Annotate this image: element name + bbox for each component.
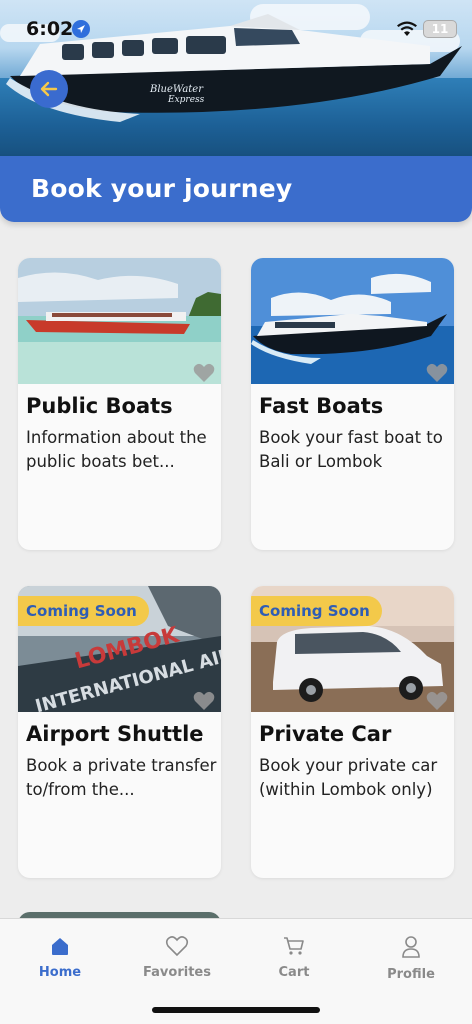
home-icon (52, 938, 68, 955)
coming-soon-badge: Coming Soon (18, 596, 149, 626)
favorite-heart-icon[interactable] (192, 690, 216, 712)
card-title: Private Car (259, 722, 392, 746)
nav-cart[interactable]: Cart (235, 935, 353, 980)
nav-label: Profile (387, 967, 435, 982)
home-indicator[interactable] (152, 1007, 320, 1013)
card-private-car[interactable]: Coming Soon Private Car Book your privat… (251, 586, 454, 878)
nav-favorites[interactable]: Favorites (118, 935, 236, 980)
heart-icon (165, 936, 189, 957)
card-title: Fast Boats (259, 394, 384, 418)
arrow-left-icon (40, 81, 58, 97)
page-title: Book your journey (31, 174, 293, 203)
card-title: Public Boats (26, 394, 173, 418)
boat-brand-text: Express (167, 95, 205, 105)
battery-indicator: 11 (423, 20, 457, 38)
boat-brand-text: BlueWater (149, 84, 204, 95)
page-header: Book your journey (0, 156, 472, 222)
nav-label: Favorites (143, 965, 211, 980)
fast-boat-image (251, 258, 454, 384)
nav-home[interactable]: Home (1, 935, 119, 980)
card-airport-shuttle[interactable]: LOMBOK INTERNATIONAL AIRPORT Coming Soon… (18, 586, 221, 878)
status-time: 6:02 (26, 18, 74, 40)
card-title: Airport Shuttle (26, 722, 204, 746)
nav-label: Cart (278, 965, 310, 980)
card-public-boats[interactable]: Public Boats Information about the publi… (18, 258, 221, 550)
profile-icon (402, 936, 420, 958)
card-description: Book your fast boat to Bali or Lombok (259, 428, 443, 471)
cart-icon (284, 937, 304, 955)
card-description: Book your private car (within Lombok onl… (259, 756, 438, 799)
favorite-heart-icon[interactable] (425, 690, 449, 712)
location-arrow-icon (72, 20, 90, 38)
favorite-heart-icon[interactable] (192, 362, 216, 384)
app-screen: BlueWater Express 6:02 11 Book your jour… (0, 0, 472, 1024)
coming-soon-badge: Coming Soon (251, 596, 382, 626)
favorite-heart-icon[interactable] (425, 362, 449, 384)
card-fast-boats[interactable]: Fast Boats Book your fast boat to Bali o… (251, 258, 454, 550)
public-boat-image (18, 258, 221, 384)
nav-profile[interactable]: Profile (352, 935, 470, 982)
status-bar: 6:02 11 (0, 0, 472, 56)
nav-label: Home (38, 965, 82, 980)
back-button[interactable] (30, 70, 68, 108)
card-description: Book a private transfer to/from the... (26, 756, 217, 799)
card-description: Information about the public boats bet..… (26, 428, 207, 471)
wifi-icon (397, 21, 417, 36)
